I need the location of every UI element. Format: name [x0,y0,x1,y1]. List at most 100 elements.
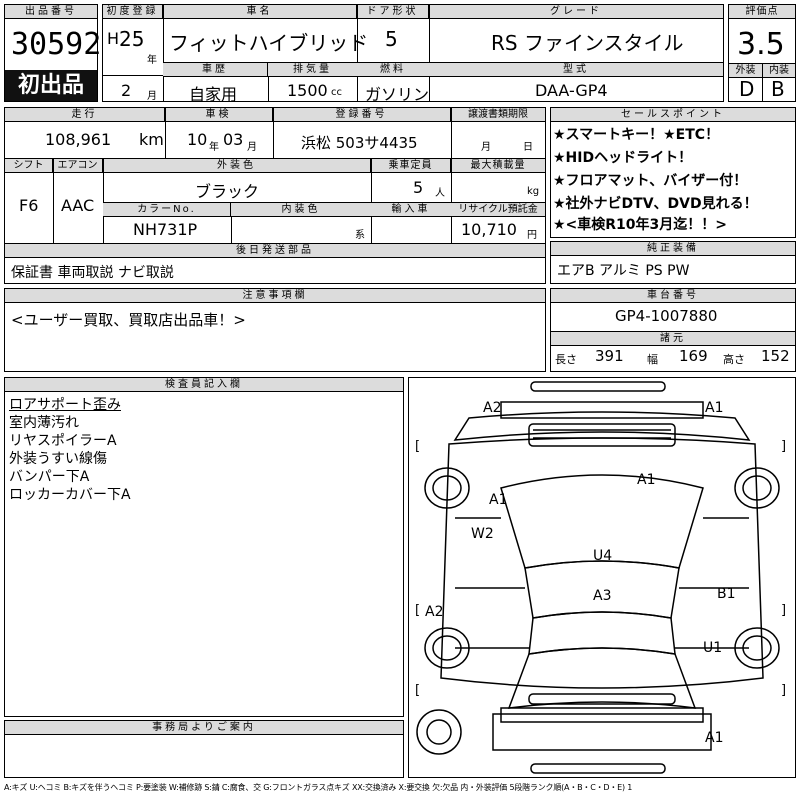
length-label: 長さ [555,353,577,366]
score: 3.5 [737,27,785,62]
notes-label: 注意事項欄 [5,289,545,303]
capacity: 5 [413,178,424,197]
recycle-label: リサイクル預託金 [451,203,545,217]
damage-mark: A1 [705,400,724,416]
width-label: 幅 [647,353,658,366]
inspector-note: ロッカーカバー下A [9,487,131,503]
ac: AAC [61,196,95,215]
interior-grade: B [771,77,785,101]
car-name-label: 車名 [163,5,357,19]
damage-mark: A3 [593,588,612,604]
sales-points-label: セールスポイント [551,108,795,122]
damage-mark: B1 [717,586,736,602]
svg-text:[: [ [415,439,420,454]
damage-mark: A2 [483,400,502,416]
height-label: 高さ [723,353,745,366]
inspection-label: 車検 [165,108,273,122]
color-label: 外装色 [103,159,371,173]
chassis: GP4-1007880 [615,307,718,325]
month-unit: 月 [147,91,157,102]
shift: F6 [19,196,39,215]
inspector-note: 外装うすい線傷 [9,451,107,467]
width: 169 [679,347,708,365]
color-no-label: カラーNo. [103,203,231,217]
lot-number: 30592 [11,27,102,62]
inspector-note: ロアサポート歪み [9,397,121,413]
model-code-label: 型式 [429,63,723,77]
svg-text:]: ] [781,683,786,698]
chassis-box: 車台番号 GP4-1007880 諸元 長さ 391 幅 169 高さ 152 [550,288,796,372]
first-reg-label: 初度登録 [103,5,163,19]
damage-mark: A1 [637,472,656,488]
office-label: 事務局よりご案内 [5,721,403,735]
notes: <ユーザー買取、買取店出品車！> [11,311,246,329]
plate: 浜松 503サ4435 [301,134,418,152]
sales-point: ★HIDヘッドライト！ [553,150,693,166]
svg-text:]: ] [781,603,786,618]
std-equip-label: 純正装備 [551,242,795,256]
fuel: ガソリン [365,85,430,104]
recycle-unit: 円 [527,230,537,241]
grade-label: グレード [429,5,723,19]
inspector-label: 検査員記入欄 [5,378,403,392]
svg-text:[: [ [415,603,420,618]
inspection-month: 03 [223,130,244,149]
score-box: 評価点 3.5 外装 内装 D B [728,4,796,102]
displacement-label: 排気量 [268,63,357,77]
max-load-unit: kg [527,186,540,197]
int-color-label: 内装色 [231,203,371,217]
office-box: 事務局よりご案内 [4,720,404,778]
mileage-unit: km [139,130,164,149]
score-label: 評価点 [729,5,795,19]
ac-label: エアコン [53,159,103,173]
height: 152 [761,347,790,365]
svg-text:[: [ [415,683,420,698]
sales-points-box: セールスポイント ★スマートキー！★ETC！ ★HIDヘッドライト！ ★フロアマ… [550,107,796,238]
month: 2 [121,81,132,100]
notes-box: 注意事項欄 <ユーザー買取、買取店出品車！> [4,288,546,372]
legend: A:キズ U:ヘコミ B:キズを伴うヘコミ P:要塗装 W:補修跡 S:錆 C:… [4,783,633,792]
inspector-note: バンパー下A [9,469,90,485]
displacement-unit: cc [331,87,342,98]
inspector-box: 検査員記入欄 ロアサポート歪み 室内薄汚れ リヤスポイラーA 外装うすい線傷 バ… [4,377,404,717]
inspector-note: リヤスポイラーA [9,433,117,449]
inspection-month-unit: 月 [247,142,257,153]
std-equip-box: 純正装備 エアB アルミ PS PW [550,241,796,284]
later-parts: 保証書 車両取説 ナビ取説 [11,265,174,281]
model-code: DAA-GP4 [535,81,608,100]
car-name: フィットハイブリッド [169,31,369,55]
later-parts-label: 後日発送部品 [5,244,545,258]
int-color-unit: 系 [355,230,365,241]
damage-mark: A1 [705,730,724,746]
transfer-month-unit: 月 [481,142,491,153]
ext-label: 外装 [729,64,762,78]
lot-box: 出品番号 30592 初出品 [4,4,102,102]
max-load-label: 最大積載量 [451,159,545,173]
displacement: 1500 [287,81,328,100]
grade: RS ファインスタイル [491,31,684,55]
vehicle-info: 走行 車検 登録番号 譲渡書類期限 108,961 km 10 年 03 月 浜… [4,107,546,284]
year-unit: 年 [147,55,157,66]
shift-label: シフト [5,159,53,173]
damage-mark: U4 [593,548,613,564]
car-diagram: [[[ ]]] A2 A1 A1 A1 W2 U4 A3 B1 A2 U1 A1 [408,377,796,778]
inspection-year-unit: 年 [209,142,219,153]
damage-mark: W2 [471,526,494,542]
capacity-label: 乗車定員 [371,159,451,173]
plate-label: 登録番号 [273,108,451,122]
first-listing-badge: 初出品 [5,70,97,101]
chassis-label: 車台番号 [551,289,795,303]
transfer-day-unit: 日 [523,142,533,153]
recycle: 10,710 [461,220,517,239]
sales-point: ★フロアマット、バイザー付！ [553,173,748,189]
std-equip: エアB アルミ PS PW [557,263,690,279]
capacity-unit: 人 [435,188,445,199]
doors: 5 [385,27,398,51]
svg-text:]: ] [781,439,786,454]
damage-mark: A1 [489,492,508,508]
history: 自家用 [189,85,238,104]
length: 391 [595,347,624,365]
history-label: 車歴 [163,63,268,77]
inspector-note: 室内薄汚れ [9,415,79,431]
damage-mark: A2 [425,604,444,620]
